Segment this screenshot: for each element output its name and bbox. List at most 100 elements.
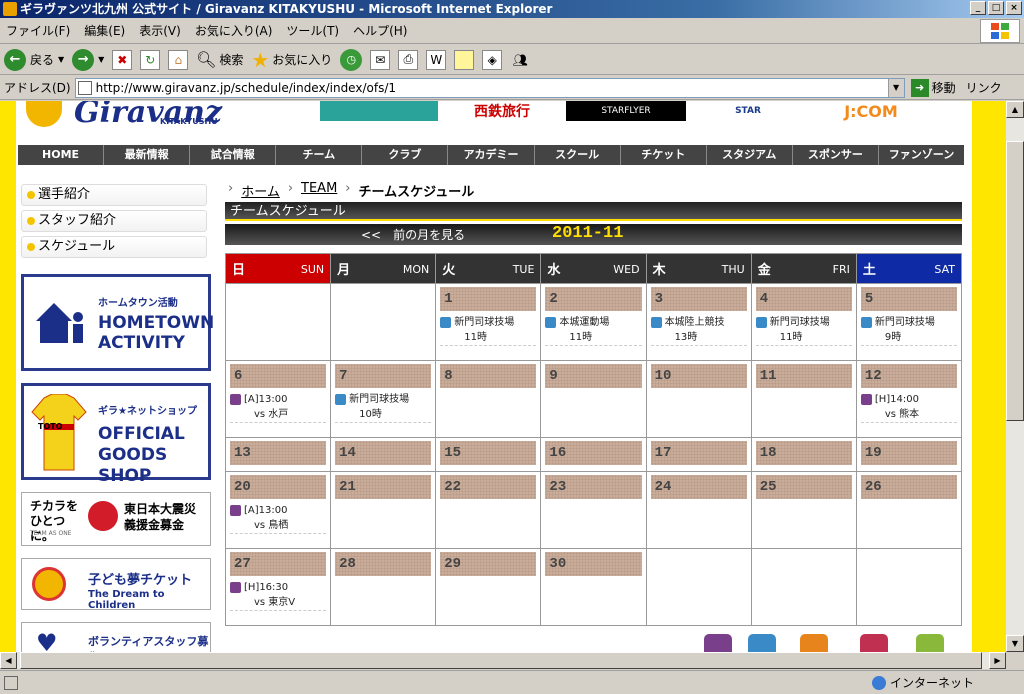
calendar-day-cell[interactable]: 27 [H]16:30 vs 東京V (224, 548, 332, 626)
calendar-day-cell[interactable]: 13 (224, 437, 332, 472)
menu-file[interactable]: ファイル(F) (6, 22, 70, 39)
match-event[interactable]: [H]14:00 vs 熊本 (860, 392, 957, 423)
chevron-down-icon[interactable]: ▼ (58, 55, 64, 64)
calendar-day-cell[interactable]: 5 新門司球技場 9時 (855, 283, 963, 361)
calendar-day-cell[interactable]: 18 (750, 437, 857, 472)
vertical-scrollbar[interactable]: ▲ ▼ (1006, 101, 1024, 652)
messenger-icon[interactable]: 👥︎ (510, 50, 530, 70)
mail-icon[interactable]: ✉ (370, 49, 391, 70)
prev-month-link[interactable]: << 前の月を見る (361, 226, 465, 243)
match-event[interactable]: [H]16:30 vs 東京V (230, 580, 327, 611)
earthquake-donation-banner[interactable]: チカラを ひとつに。 TEAM AS ONE 東日本大震災 義援金募金 (21, 492, 211, 546)
note-icon[interactable] (454, 49, 475, 70)
forward-button[interactable]: → ▼ (72, 48, 104, 71)
calendar-day-cell[interactable]: 14 (330, 437, 437, 472)
nav-ticket[interactable]: チケット (621, 145, 707, 165)
nav-news[interactable]: 最新情報 (104, 145, 191, 165)
links-button[interactable]: リンク (966, 79, 1002, 96)
calendar-day-cell[interactable]: 6 [A]13:00 vs 水戸 (224, 360, 332, 438)
stop-icon[interactable]: ✖ (112, 49, 133, 70)
training-event[interactable]: 新門司球技場 11時 (755, 315, 852, 346)
sidebar-item-players[interactable]: 選手紹介 (21, 184, 207, 206)
calendar-day-cell[interactable]: 29 (435, 548, 542, 626)
calendar-day-cell[interactable]: 17 (645, 437, 752, 472)
sidebar-item-staff[interactable]: スタッフ紹介 (21, 210, 207, 232)
menu-help[interactable]: ヘルプ(H) (353, 22, 407, 39)
scroll-up-button[interactable]: ▲ (1006, 101, 1024, 118)
maximize-button[interactable]: □ (988, 1, 1004, 15)
home-icon[interactable]: ⌂ (168, 49, 189, 70)
dream-ticket-banner[interactable]: 子ども夢チケット The Dream to Children (21, 558, 211, 611)
nav-fanzone[interactable]: ファンゾーン (879, 145, 964, 165)
minimize-button[interactable]: _ (970, 1, 986, 15)
calendar-day-cell[interactable]: 2 本城運動場 11時 (540, 283, 647, 361)
calendar-day-cell[interactable]: 12 [H]14:00 vs 熊本 (855, 360, 963, 438)
sponsor-starflyer[interactable]: STARFLYER (566, 101, 686, 121)
search-button[interactable]: 🔍︎ 検索 (196, 50, 243, 70)
nav-sponsor[interactable]: スポンサー (793, 145, 879, 165)
volunteer-banner[interactable]: ♥ ボランティアスタッフ募集 (21, 622, 211, 652)
favorites-button[interactable]: ★ お気に入り (251, 48, 332, 72)
calendar-day-cell[interactable]: 15 (435, 437, 542, 472)
training-event[interactable]: 新門司球技場 11時 (440, 315, 537, 346)
calendar-day-cell[interactable]: 4 新門司球技場 11時 (750, 283, 857, 361)
training-event[interactable]: 新門司球技場 9時 (860, 315, 957, 346)
calendar-day-cell[interactable]: 28 (330, 548, 437, 626)
scroll-thumb[interactable] (20, 652, 982, 669)
scroll-left-button[interactable]: ◀ (0, 652, 17, 669)
print-icon[interactable]: ⎙ (398, 49, 419, 70)
back-button[interactable]: ← 戻る ▼ (4, 48, 64, 71)
calendar-day-cell[interactable]: 22 (435, 471, 542, 549)
calendar-day-cell[interactable]: 1 新門司球技場 11時 (435, 283, 542, 361)
hometown-activity-banner[interactable]: ホームタウン活動 HOMETOWN ACTIVITY (21, 274, 214, 371)
sponsor-jcom[interactable]: J:COM (836, 101, 906, 121)
calendar-day-cell[interactable]: 20 [A]13:00 vs 鳥栖 (224, 471, 332, 549)
match-event[interactable]: [A]13:00 vs 水戸 (230, 392, 327, 423)
event-icon[interactable] (800, 634, 828, 652)
research-icon[interactable]: ◈ (482, 49, 503, 70)
nav-stadium[interactable]: スタジアム (707, 145, 793, 165)
history-icon[interactable]: ◷ (340, 48, 363, 71)
sponsor-nishitetsu[interactable]: 西鉄旅行 (452, 101, 552, 121)
nav-school[interactable]: スクール (535, 145, 621, 165)
sponsor-hospital[interactable] (320, 101, 438, 121)
calendar-day-cell[interactable]: 10 (645, 360, 752, 438)
scroll-right-button[interactable]: ▶ (989, 652, 1006, 669)
calendar-day-cell[interactable]: 23 (540, 471, 647, 549)
calendar-day-cell[interactable]: 8 (435, 360, 542, 438)
menu-edit[interactable]: 編集(E) (84, 22, 125, 39)
nav-home[interactable]: HOME (18, 145, 105, 165)
nav-academy[interactable]: アカデミー (448, 145, 535, 165)
calendar-day-cell[interactable]: 26 (855, 471, 963, 549)
site-logo[interactable]: Giravanz KITAKYUSHU (22, 101, 242, 131)
other-icon[interactable] (916, 634, 944, 652)
calendar-day-cell[interactable]: 25 (750, 471, 857, 549)
menu-tools[interactable]: ツール(T) (286, 22, 339, 39)
horizontal-scrollbar[interactable]: ◀ ▶ (0, 652, 1006, 669)
media-icon[interactable] (860, 634, 888, 652)
breadcrumb-home[interactable]: ホーム (241, 181, 280, 200)
calendar-day-cell[interactable]: 24 (645, 471, 752, 549)
training-icon[interactable] (748, 634, 776, 652)
close-button[interactable]: × (1006, 1, 1022, 15)
goods-shop-banner[interactable]: TOTO ギラ★ネットショップ OFFICIAL GOODS SHOP (21, 383, 211, 486)
nav-team[interactable]: チーム (276, 145, 363, 165)
training-event[interactable]: 新門司球技場 10時 (335, 392, 432, 423)
calendar-day-cell[interactable]: 19 (855, 437, 963, 472)
edit-icon[interactable]: W (426, 49, 447, 70)
match-event[interactable]: [A]13:00 vs 鳥栖 (230, 503, 327, 534)
calendar-day-cell[interactable]: 11 (750, 360, 857, 438)
training-event[interactable]: 本城陸上競技 13時 (650, 315, 747, 346)
calendar-day-cell[interactable]: 7 新門司球技場 10時 (330, 360, 437, 438)
game-icon[interactable] (704, 634, 732, 652)
nav-match[interactable]: 試合情報 (190, 145, 277, 165)
menu-view[interactable]: 表示(V) (139, 22, 181, 39)
calendar-day-cell[interactable]: 3 本城陸上競技 13時 (645, 283, 752, 361)
address-input[interactable]: http://www.giravanz.jp/schedule/index/in… (74, 77, 905, 98)
sidebar-item-schedule[interactable]: スケジュール (21, 236, 207, 258)
scroll-down-button[interactable]: ▼ (1006, 635, 1024, 652)
menu-favorites[interactable]: お気に入り(A) (195, 22, 273, 39)
breadcrumb-team[interactable]: TEAM (301, 181, 337, 200)
calendar-day-cell[interactable]: 16 (540, 437, 647, 472)
calendar-day-cell[interactable]: 9 (540, 360, 647, 438)
